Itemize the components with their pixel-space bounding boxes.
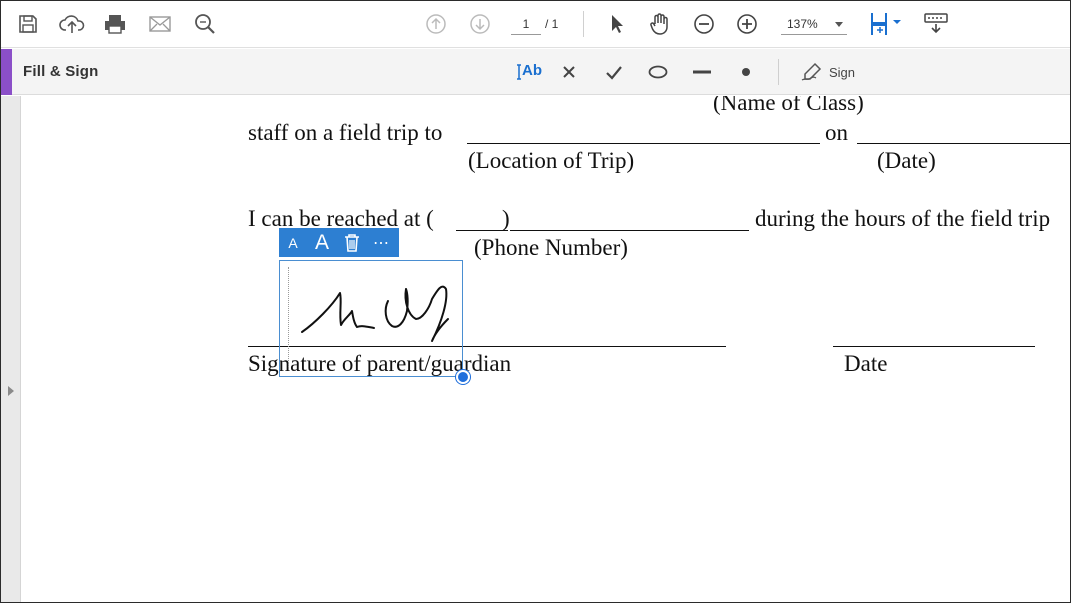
more-options-label: ⋯ [373,234,389,252]
zoom-in-icon[interactable] [734,11,760,37]
fill-sign-divider [778,59,779,85]
increase-size-icon[interactable]: A [307,228,337,257]
phone-number-caption: (Phone Number) [474,235,628,260]
expand-panel-arrow-icon[interactable] [8,386,14,396]
chevron-down-icon [835,22,843,27]
increase-size-label: A [314,230,329,254]
main-toolbar: 1 / 1 137% [1,1,1070,48]
location-blank-line [467,143,820,144]
upload-icon[interactable] [59,11,85,37]
zoom-select[interactable]: 137% [781,13,847,35]
date-blank-line [857,143,1070,144]
decrease-size-label: A [288,234,298,251]
save-icon[interactable] [15,11,41,37]
resize-handle[interactable] [456,370,470,384]
signature-toolbar: A A ⋯ [279,228,399,257]
sign-label: Sign [828,64,856,80]
name-of-class-caption: (Name of Class) [713,96,864,115]
zoom-value: 137% [787,17,818,31]
zoom-out-icon[interactable] [691,11,717,37]
date-label: Date [844,351,888,376]
page-display-icon[interactable] [866,11,906,37]
page-total-label: / 1 [545,17,559,31]
ellipse-icon[interactable] [646,59,670,85]
select-pointer-icon[interactable] [603,11,629,37]
previous-page-icon[interactable] [423,11,449,37]
more-options-icon[interactable]: ⋯ [367,228,395,257]
location-of-trip-caption: (Location of Trip) [468,148,635,173]
line-icon[interactable] [690,59,714,85]
left-panel-rail[interactable] [1,96,21,602]
hand-tool-icon[interactable] [647,11,673,37]
next-page-icon[interactable] [467,11,493,37]
cross-mark-icon[interactable] [558,59,580,85]
fill-sign-accent [1,49,12,95]
phone-blank-line [510,230,749,231]
dot-icon[interactable] [736,59,756,85]
reach-paren-text: ) [502,206,510,231]
field-trip-text: staff on a field trip to [248,120,443,145]
add-text-label: Ab [522,62,542,79]
fill-sign-title: Fill & Sign [23,63,99,80]
decrease-size-icon[interactable]: A [279,228,307,257]
checkmark-icon[interactable] [602,59,626,85]
trash-icon[interactable] [337,228,367,257]
reach-suffix-text: during the hours of the field trip [755,206,1051,231]
search-zoom-icon[interactable] [192,11,218,37]
toolbar-divider [583,11,584,37]
print-icon[interactable] [102,11,128,37]
signature-date-blank-line [833,346,1035,347]
handwritten-signature [301,285,449,342]
date-caption: (Date) [877,148,936,173]
area-code-blank-line [456,230,508,231]
reach-prefix-text: I can be reached at ( [248,206,434,231]
document-page: (Name of Class) staff on a field trip to… [22,96,1070,602]
keyboard-icon[interactable] [921,11,951,37]
pen-sign-icon [801,62,822,81]
on-text: on [825,120,848,145]
signature-field[interactable] [279,260,463,377]
app-window: 1 / 1 137% Fill & Sign Ab Sign (Name of … [0,0,1071,603]
sign-button[interactable]: Sign [798,59,858,85]
page-number-input[interactable]: 1 [511,13,541,35]
fill-sign-bar: Fill & Sign Ab Sign [1,49,1070,95]
email-icon[interactable] [147,11,173,37]
add-text-tool[interactable]: Ab [513,59,543,85]
